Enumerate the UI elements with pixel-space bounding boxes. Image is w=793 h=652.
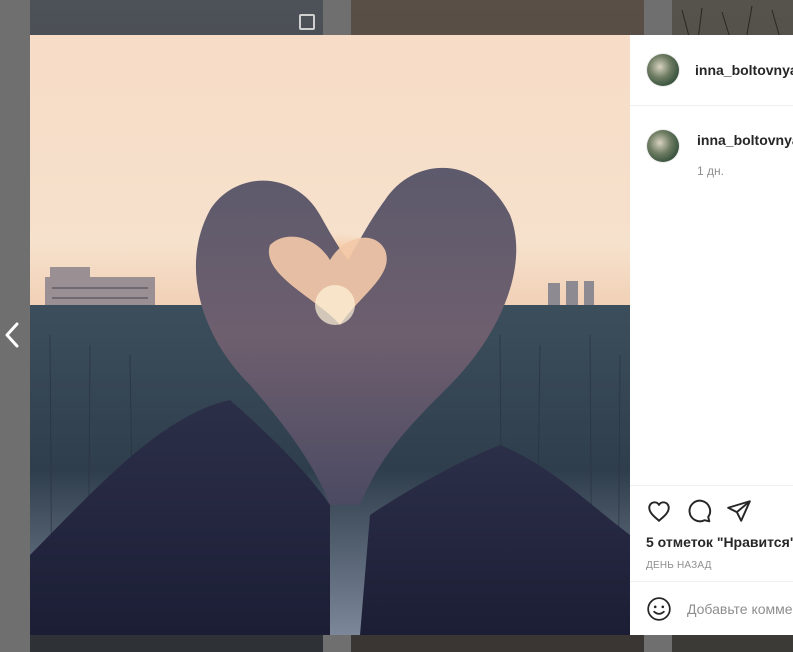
post-photo[interactable] xyxy=(30,35,630,635)
caption-username[interactable]: inna_boltovnya xyxy=(697,132,793,148)
post-modal: inna_boltovnya inna_boltovnya 1 дн. 5 от… xyxy=(30,35,793,635)
avatar[interactable] xyxy=(647,54,679,86)
comment-icon[interactable] xyxy=(686,498,712,524)
paper-plane-icon[interactable] xyxy=(726,498,752,524)
likes-count[interactable]: 5 отметок "Нравится" xyxy=(646,534,793,550)
post-actions-block: 5 отметок "Нравится" ДЕНЬ НАЗАД xyxy=(630,485,793,571)
heart-icon[interactable] xyxy=(646,498,672,524)
add-comment-bar xyxy=(630,581,793,636)
previous-post-button[interactable] xyxy=(0,318,24,352)
post-image xyxy=(30,35,630,635)
author-username[interactable]: inna_boltovnya xyxy=(695,62,793,78)
avatar[interactable] xyxy=(647,130,679,162)
post-timestamp[interactable]: ДЕНЬ НАЗАД xyxy=(646,560,793,571)
caption-comment: inna_boltovnya 1 дн. xyxy=(647,130,793,178)
post-actions xyxy=(630,486,793,526)
multi-photo-icon xyxy=(299,14,315,30)
comment-input[interactable] xyxy=(687,601,793,617)
smiley-icon[interactable] xyxy=(646,596,672,622)
post-header: inna_boltovnya xyxy=(630,35,793,106)
caption-timestamp[interactable]: 1 дн. xyxy=(697,164,793,178)
post-sidebar: inna_boltovnya inna_boltovnya 1 дн. 5 от… xyxy=(630,35,793,635)
chevron-left-icon xyxy=(5,322,19,348)
